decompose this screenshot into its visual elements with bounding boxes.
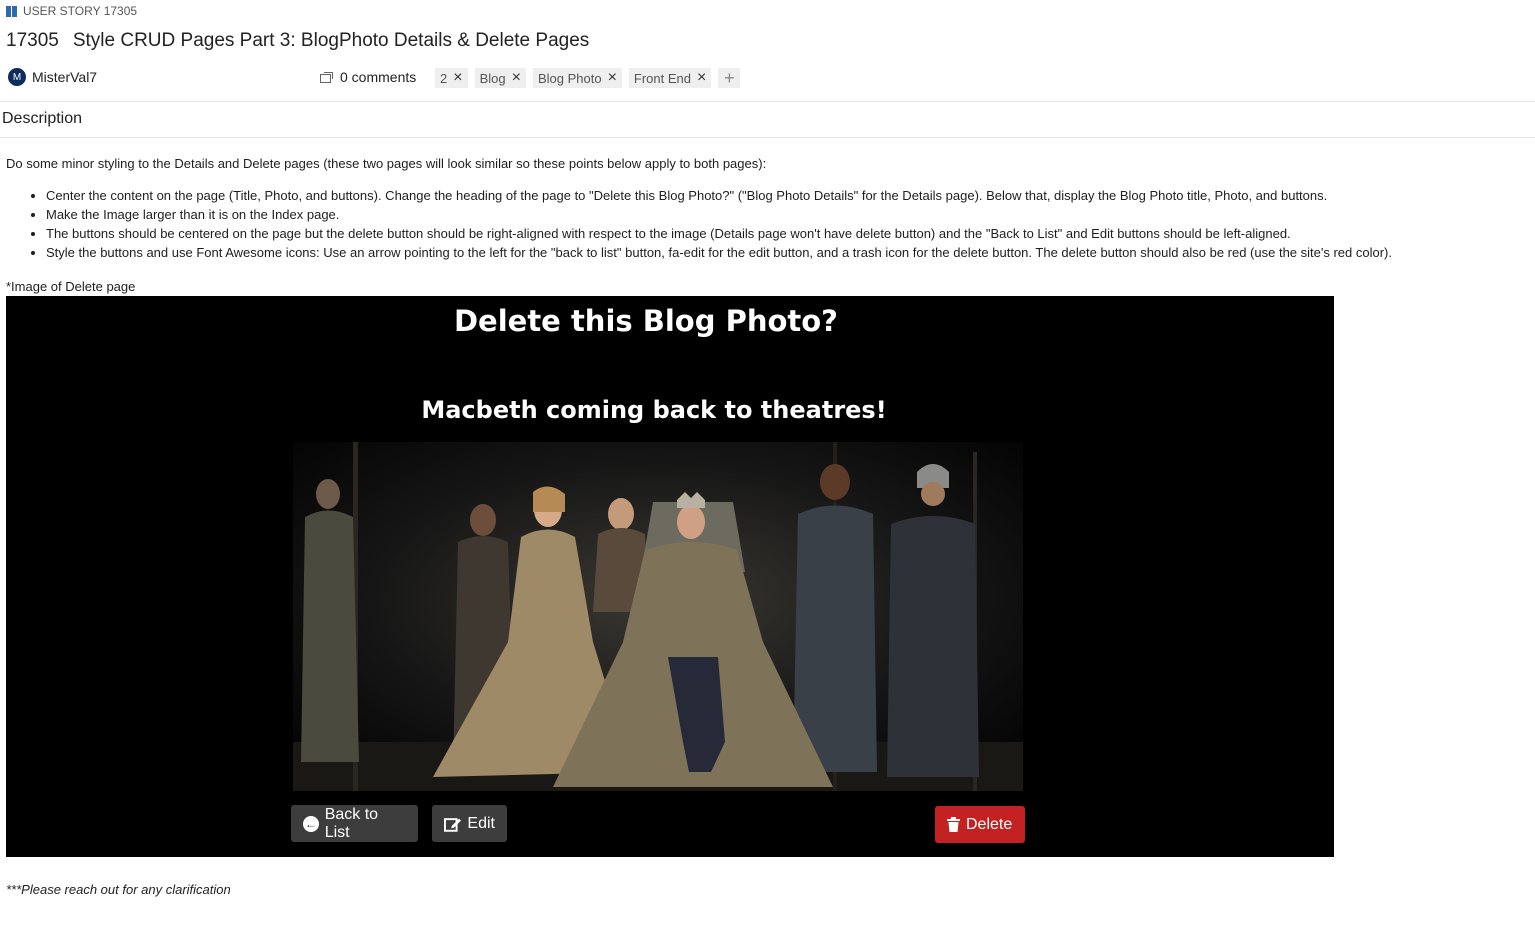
- tag-label: Blog Photo: [537, 70, 602, 86]
- comment-icon: [320, 71, 333, 83]
- tag[interactable]: 2 ×: [435, 68, 468, 88]
- assignee-name[interactable]: MisterVal7: [32, 69, 97, 85]
- tag-list: 2 × Blog × Blog Photo × Front End × +: [435, 68, 741, 88]
- close-icon[interactable]: ×: [453, 70, 462, 86]
- tag[interactable]: Blog ×: [474, 68, 526, 88]
- tag-label: Blog: [479, 70, 506, 86]
- tag[interactable]: Front End ×: [628, 68, 712, 88]
- close-icon[interactable]: ×: [512, 70, 521, 86]
- delete-label: Delete: [966, 815, 1013, 833]
- blog-photo: [293, 442, 1023, 791]
- close-icon[interactable]: ×: [697, 70, 706, 86]
- image-caption: *Image of Delete page: [6, 279, 136, 294]
- work-item-type-label: USER STORY 17305: [23, 4, 138, 18]
- work-item-id: 17305: [6, 30, 59, 51]
- work-item-title-text[interactable]: Style CRUD Pages Part 3: BlogPhoto Detai…: [73, 30, 589, 51]
- tag-label: Front End: [633, 70, 691, 86]
- description-heading[interactable]: Description: [2, 110, 82, 128]
- description-bullets: Center the content on the page (Title, P…: [20, 186, 1392, 262]
- list-item: The buttons should be centered on the pa…: [46, 224, 1392, 243]
- work-item-type: USER STORY 17305: [6, 4, 137, 18]
- list-item: Center the content on the page (Title, P…: [46, 186, 1392, 205]
- work-item-title[interactable]: 17305 Style CRUD Pages Part 3: BlogPhoto …: [6, 30, 589, 52]
- add-tag-button[interactable]: +: [718, 68, 741, 88]
- meta-row: M MisterVal7 0 comments 2 × Blog × Blog Ph…: [8, 67, 1535, 91]
- page-heading: Delete this Blog Photo?: [453, 304, 839, 338]
- back-to-list-label: Back to List: [324, 805, 379, 841]
- book-icon: [6, 5, 18, 17]
- closing-note: ***Please reach out for any clarificatio…: [6, 882, 231, 897]
- avatar: M: [8, 68, 26, 86]
- divider: [0, 137, 1535, 138]
- tag-label: 2: [440, 70, 448, 86]
- divider: [0, 101, 1535, 102]
- close-icon[interactable]: ×: [608, 70, 617, 86]
- comments-count[interactable]: 0 comments: [340, 69, 416, 85]
- tag[interactable]: Blog Photo ×: [532, 68, 622, 88]
- photo-title: Macbeth coming back to theatres!: [421, 396, 887, 424]
- delete-page-screenshot: Delete this Blog Photo? Macbeth coming b…: [6, 296, 1334, 857]
- list-item: Make the Image larger than it is on the …: [46, 205, 1392, 224]
- delete-button[interactable]: Delete: [935, 806, 1025, 843]
- assignee[interactable]: M MisterVal7: [8, 68, 97, 86]
- trash-icon: [947, 817, 960, 832]
- comments-link[interactable]: 0 comments: [320, 69, 416, 85]
- back-to-list-button[interactable]: ← Back to List: [291, 805, 418, 842]
- list-item: Style the buttons and use Font Awesome i…: [46, 243, 1392, 262]
- edit-icon: [444, 817, 461, 832]
- edit-button[interactable]: Edit: [432, 805, 507, 842]
- edit-label: Edit: [467, 814, 495, 832]
- description-intro: Do some minor styling to the Details and…: [6, 156, 767, 171]
- arrow-left-icon: ←: [303, 815, 319, 832]
